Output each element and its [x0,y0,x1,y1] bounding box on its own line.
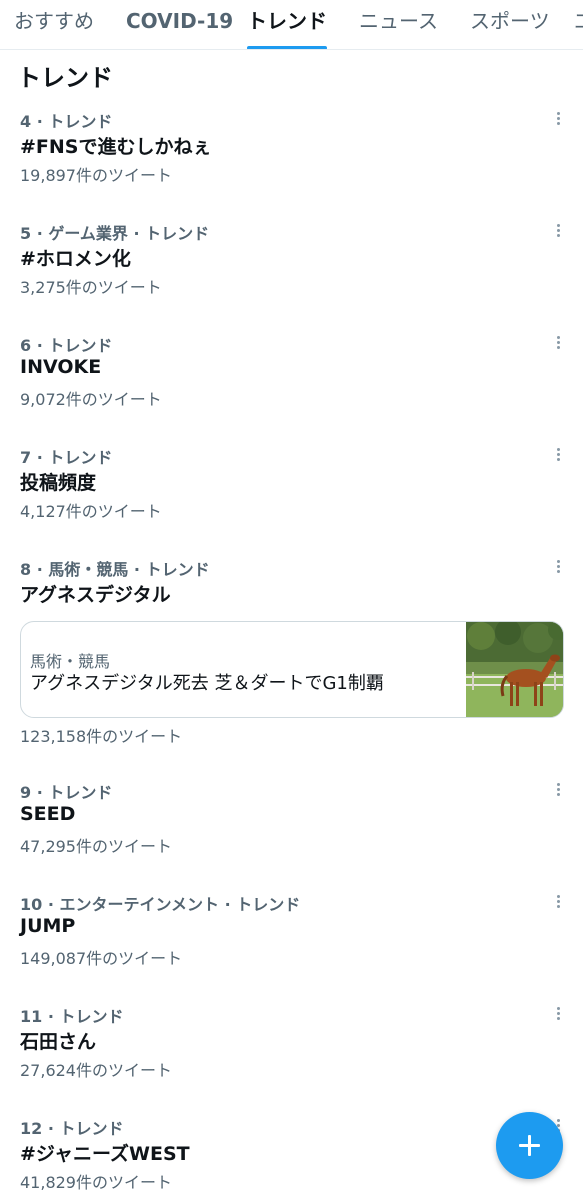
trend-meta: 10 · エンターテインメント · トレンド [20,895,301,914]
trend-tweet-count: 9,072件のツイート [20,390,162,409]
more-vertical-icon[interactable] [546,891,570,915]
trend-meta: 4 · トレンド [20,112,113,131]
tab-recommended[interactable]: おすすめ [14,0,94,49]
more-vertical-icon[interactable] [546,779,570,803]
news-card[interactable]: 馬術・競馬 アグネスデジタル死去 芝＆ダートでG1制覇 [20,621,564,718]
trend-name: #ホロメン化 [20,248,131,270]
tab-bar: おすすめ COVID-19 トレンド ニュース スポーツ エ [0,0,583,50]
trend-meta: 11 · トレンド [20,1007,124,1026]
trend-name: #FNSで進むしかねぇ [20,136,212,158]
trend-tweet-count: 41,829件のツイート [20,1173,172,1192]
horse-photo [466,622,563,717]
more-vertical-icon[interactable] [546,556,570,580]
tab-entertainment[interactable]: エ [574,0,583,49]
trend-name: アグネスデジタル [20,584,171,606]
trend-name: SEED [20,803,76,825]
more-vertical-icon[interactable] [546,332,570,356]
more-vertical-icon[interactable] [546,220,570,244]
trend-tweet-count: 149,087件のツイート [20,949,183,968]
trend-name: #ジャニーズWEST [20,1143,190,1165]
trend-tweet-count: 123,158件のツイート [20,727,183,746]
section-title: トレンド [17,64,113,92]
trend-meta: 12 · トレンド [20,1119,124,1138]
trend-name: 石田さん [20,1031,97,1053]
tab-trends[interactable]: トレンド [247,0,327,49]
trend-tweet-count: 3,275件のツイート [20,278,162,297]
tab-news[interactable]: ニュース [359,0,438,49]
compose-tweet-button[interactable] [496,1112,563,1179]
more-vertical-icon[interactable] [546,1003,570,1027]
trend-tweet-count: 19,897件のツイート [20,166,172,185]
more-vertical-icon[interactable] [546,444,570,468]
more-vertical-icon[interactable] [546,108,570,132]
trend-name: INVOKE [20,356,102,378]
tab-sports[interactable]: スポーツ [470,0,550,49]
news-card-thumbnail [466,622,563,717]
trend-meta: 8 · 馬術・競馬 · トレンド [20,560,210,579]
trend-name: JUMP [20,915,76,937]
trend-meta: 6 · トレンド [20,336,113,355]
trend-meta: 5 · ゲーム業界 · トレンド [20,224,210,243]
active-tab-indicator [247,46,327,49]
trend-tweet-count: 4,127件のツイート [20,502,162,521]
trend-name: 投稿頻度 [20,472,97,494]
news-card-title: アグネスデジタル死去 芝＆ダートでG1制覇 [30,673,384,694]
trend-tweet-count: 27,624件のツイート [20,1061,172,1080]
tab-covid19[interactable]: COVID-19 [126,0,233,49]
trend-tweet-count: 47,295件のツイート [20,837,172,856]
trend-meta: 7 · トレンド [20,448,113,467]
trend-meta: 9 · トレンド [20,783,113,802]
tab-trends-label: トレンド [247,9,327,33]
